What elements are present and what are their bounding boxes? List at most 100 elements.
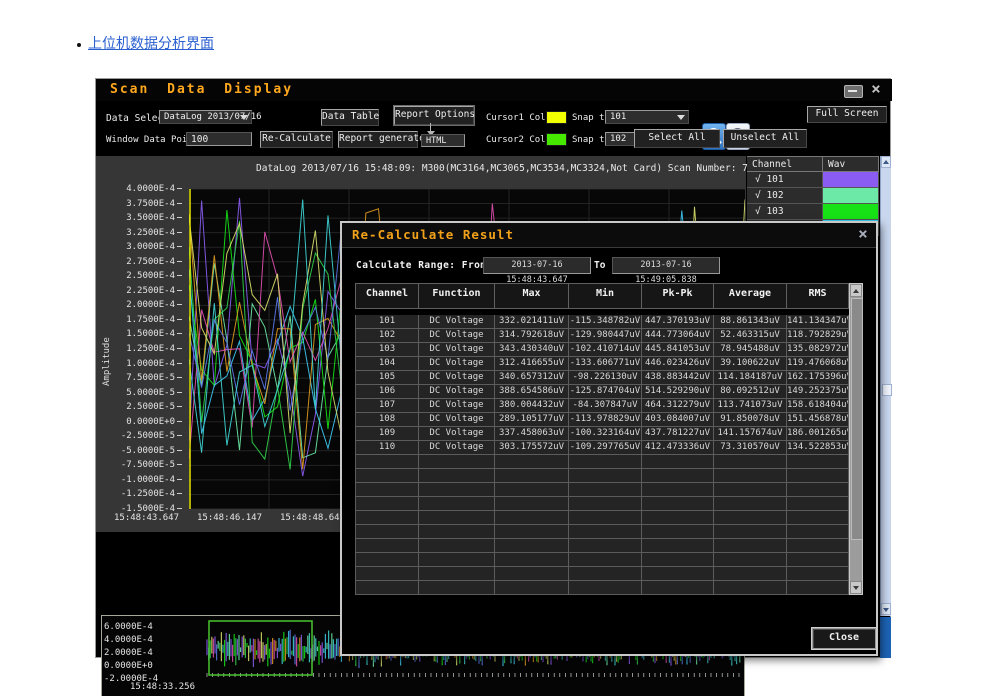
channel-checkbox[interactable]: √ 103	[747, 204, 823, 220]
page-heading-link[interactable]: 上位机数据分析界面	[88, 33, 214, 53]
table-cell: 445.841053uV	[642, 343, 714, 357]
channel-checkbox[interactable]: √ 102	[747, 188, 823, 204]
table-scrollbar-thumb[interactable]	[851, 298, 863, 540]
table-header-cell[interactable]: Pk-Pk	[642, 283, 714, 309]
overview-y-tick-label: 4.0000E-4	[104, 635, 152, 645]
table-cell: 108	[355, 413, 419, 427]
report-options-button[interactable]: Report Options	[394, 106, 474, 125]
table-row[interactable]	[355, 539, 849, 553]
table-header-cell[interactable]: Function	[419, 283, 495, 309]
channel-row[interactable]: √ 102	[747, 188, 879, 204]
table-row[interactable]: 101DC Voltage332.021411uV-115.348782uV44…	[355, 315, 849, 329]
table-cell	[642, 455, 714, 469]
table-row[interactable]: 108DC Voltage289.105177uV-113.978829uV40…	[355, 413, 849, 427]
table-cell	[495, 483, 569, 497]
unselect-all-button[interactable]: Unselect All	[723, 129, 807, 148]
cursor1-color-swatch[interactable]	[546, 111, 567, 124]
y-tick-label: -1.0000E-4	[98, 475, 182, 485]
table-row[interactable]: 104DC Voltage312.416655uV-133.606771uV44…	[355, 357, 849, 371]
table-header-cell[interactable]: Max	[495, 283, 569, 309]
table-cell	[419, 539, 495, 553]
table-cell: 73.310570uV	[714, 441, 787, 455]
table-scrollbar[interactable]	[849, 283, 863, 595]
channel-checkbox[interactable]: √ 101	[747, 172, 823, 188]
table-cell: 343.430340uV	[495, 343, 569, 357]
table-row[interactable]	[355, 497, 849, 511]
table-row[interactable]	[355, 581, 849, 595]
channel-list-scrollbar[interactable]	[880, 156, 891, 616]
table-cell	[642, 553, 714, 567]
table-cell	[787, 539, 849, 553]
table-cell: 162.175396uV	[787, 371, 849, 385]
table-row[interactable]	[355, 483, 849, 497]
table-cell: 106	[355, 385, 419, 399]
y-tick-label: 0.0000E+0	[98, 417, 182, 427]
dialog-close-icon[interactable]: ×	[854, 225, 872, 243]
results-table-header: ChannelFunctionMaxMinPk-PkAverageRMS	[355, 283, 849, 309]
range-to-input[interactable]: 2013-07-16 15:49:05.838	[612, 257, 720, 274]
table-row[interactable]: 106DC Voltage388.654586uV-125.874704uV51…	[355, 385, 849, 399]
table-cell	[714, 553, 787, 567]
close-icon[interactable]: ×	[866, 80, 886, 98]
data-table-button[interactable]: Data Table	[321, 109, 379, 126]
table-row[interactable]: 107DC Voltage380.004432uV-84.307847uV464…	[355, 399, 849, 413]
table-row[interactable]: 109DC Voltage337.458063uV-100.323164uV43…	[355, 427, 849, 441]
y-tick-label: 5.0000E-5	[98, 388, 182, 398]
table-scroll-down-icon[interactable]	[850, 581, 862, 594]
table-cell: 332.021411uV	[495, 315, 569, 329]
table-header-cell[interactable]: Average	[714, 283, 787, 309]
table-cell: 104	[355, 357, 419, 371]
full-screen-button[interactable]: Full Screen	[807, 106, 887, 123]
table-cell	[419, 511, 495, 525]
table-row[interactable]	[355, 469, 849, 483]
table-row[interactable]	[355, 511, 849, 525]
table-cell	[787, 525, 849, 539]
y-tick-label: 2.0000E-4	[98, 300, 182, 310]
table-cell: 109	[355, 427, 419, 441]
table-row[interactable]	[355, 567, 849, 581]
table-row[interactable]	[355, 525, 849, 539]
table-cell	[642, 497, 714, 511]
window-data-points-input[interactable]: 100	[186, 132, 252, 146]
recalculate-button[interactable]: Re-Calculate	[260, 131, 333, 148]
dialog-close-button[interactable]: Close	[812, 628, 876, 649]
table-cell: 149.252375uV	[787, 385, 849, 399]
range-from-input[interactable]: 2013-07-16 15:48:43.647	[483, 257, 591, 274]
table-header-cell[interactable]: RMS	[787, 283, 849, 309]
snap1-dropdown[interactable]: 101	[605, 110, 689, 124]
report-format-dropdown[interactable]: HTML	[421, 134, 465, 147]
cursor2-color-swatch[interactable]	[546, 133, 567, 146]
table-cell	[714, 539, 787, 553]
report-generator-button[interactable]: Report generator	[338, 131, 418, 148]
minimize-icon[interactable]	[844, 85, 863, 98]
table-cell: 103	[355, 343, 419, 357]
table-cell	[355, 511, 419, 525]
table-row[interactable]	[355, 553, 849, 567]
table-cell: 135.082972uV	[787, 343, 849, 357]
y-tick-label: 4.0000E-4	[98, 184, 182, 194]
table-cell	[787, 469, 849, 483]
scrollbar-thumb[interactable]	[882, 384, 892, 396]
table-cell: 314.792618uV	[495, 329, 569, 343]
table-row[interactable]: 103DC Voltage343.430340uV-102.410714uV44…	[355, 343, 849, 357]
table-cell	[495, 539, 569, 553]
table-row[interactable]: 110DC Voltage303.175572uV-109.297765uV41…	[355, 441, 849, 455]
scroll-down-icon[interactable]	[881, 603, 891, 615]
data-select-dropdown[interactable]: DataLog 2013/07/16	[159, 110, 252, 124]
table-cell: 88.861343uV	[714, 315, 787, 329]
table-header-cell[interactable]: Channel	[355, 283, 419, 309]
scroll-up-icon[interactable]	[881, 156, 891, 168]
channel-row[interactable]: √ 101	[747, 172, 879, 188]
table-cell	[355, 497, 419, 511]
channel-row[interactable]: √ 103	[747, 204, 879, 220]
table-cell: DC Voltage	[419, 343, 495, 357]
table-row[interactable]: 102DC Voltage314.792618uV-129.980447uV44…	[355, 329, 849, 343]
results-table: ChannelFunctionMaxMinPk-PkAverageRMS 101…	[355, 283, 849, 595]
table-cell	[419, 581, 495, 595]
table-header-cell[interactable]: Min	[569, 283, 642, 309]
table-scroll-up-icon[interactable]	[850, 284, 862, 297]
select-all-button[interactable]: Select All	[634, 129, 720, 148]
table-row[interactable]: 105DC Voltage340.657312uV-98.226130uV438…	[355, 371, 849, 385]
table-cell	[355, 539, 419, 553]
table-row[interactable]	[355, 455, 849, 469]
